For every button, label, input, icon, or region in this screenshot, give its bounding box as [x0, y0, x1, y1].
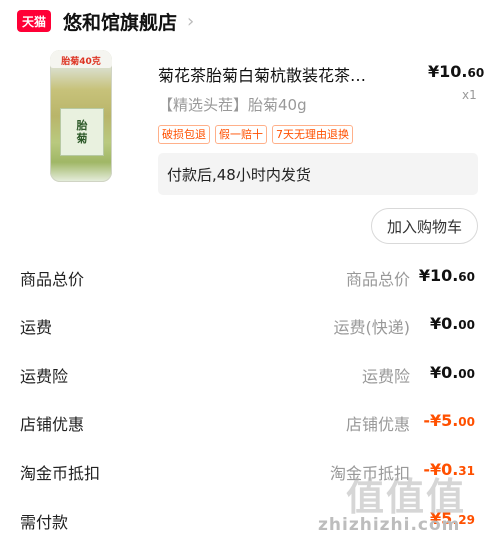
summary-sub: 运费险 [361, 367, 410, 386]
jar-cap-text: 胎菊40克 [61, 57, 101, 67]
summary-label: 淘金币抵扣 [20, 464, 101, 483]
summary-row-shipping[interactable]: 运费 运费(快递) ¥0.00 [0, 302, 500, 350]
watermark-text: zhizhizhi.com [318, 515, 461, 535]
summary-label: 运费 [20, 318, 53, 337]
summary-label: 商品总价 [20, 270, 85, 289]
summary-label: 需付款 [20, 513, 69, 532]
summary-value: ¥10.60 [418, 266, 475, 285]
summary-sub: 店铺优惠 [345, 415, 410, 434]
tag-fake-compensation: 假一赔十 [215, 125, 267, 144]
price-main: ¥10. [428, 62, 468, 81]
summary-sub: 运费(快递) [333, 318, 411, 337]
tag-damage-refund: 破损包退 [158, 125, 210, 144]
tmall-badge: 天猫 [17, 10, 51, 32]
shop-header[interactable]: 天猫 悠和馆旗舰店 › [0, 0, 500, 42]
tag-7day-return: 7天无理由退换 [272, 125, 353, 144]
product-quantity: x1 [462, 88, 477, 102]
add-to-cart-button[interactable]: 加入购物车 [371, 208, 478, 244]
summary-row-shop-discount[interactable]: 店铺优惠 店铺优惠 -¥5.00 [0, 399, 500, 447]
summary-value: ¥0.00 [429, 363, 475, 382]
product-price: ¥10.60 [428, 62, 484, 81]
summary-label: 运费险 [20, 367, 69, 386]
summary-row-total: 商品总价 商品总价 ¥10.60 [0, 254, 500, 302]
summary-row-insurance[interactable]: 运费险 运费险 ¥0.00 [0, 351, 500, 399]
summary-value: -¥5.00 [423, 411, 475, 430]
summary-sub: 商品总价 [345, 270, 410, 289]
jar-label: 胎 菊 [60, 108, 104, 156]
product-image[interactable]: 胎菊40克 胎 菊 [50, 50, 112, 182]
jar-label-line1: 胎 [76, 119, 88, 132]
product-title[interactable]: 菊花茶胎菊白菊杭散装花茶… [158, 62, 406, 86]
product-spec: 【精选头茬】胎菊40g [158, 96, 307, 114]
service-tags: 破损包退 假一赔十 7天无理由退换 [158, 125, 353, 144]
price-cents: 60 [467, 66, 485, 80]
chevron-right-icon[interactable]: › [187, 11, 194, 32]
summary-label: 店铺优惠 [20, 415, 85, 434]
summary-value: ¥0.00 [429, 314, 475, 333]
jar-label-line2: 菊 [76, 132, 88, 145]
shop-name[interactable]: 悠和馆旗舰店 [63, 8, 177, 35]
shipping-note: 付款后,48小时内发货 [158, 153, 478, 195]
watermark-logo: 值值值 [346, 475, 467, 519]
